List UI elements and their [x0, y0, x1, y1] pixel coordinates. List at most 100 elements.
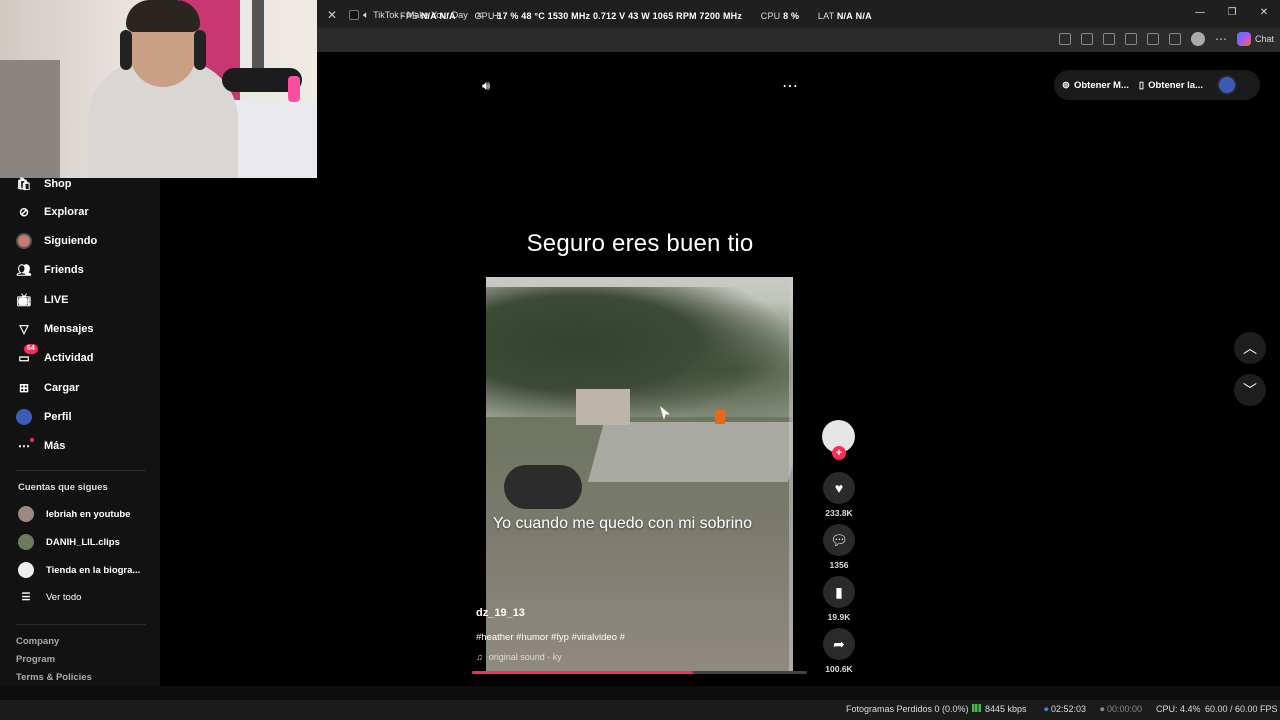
top-actions-bar: ⊚ Obtener M... ▯ Obtener la... — [1054, 70, 1260, 100]
footer-link-terms[interactable]: Terms & Policies — [16, 672, 92, 683]
see-all-link[interactable]: ☰ Ver todo — [18, 592, 82, 603]
previous-video-button[interactable]: ︿ — [1234, 332, 1266, 364]
rec-time: ⏺︎ 00:00:00 — [1100, 704, 1142, 715]
video-person — [715, 410, 725, 424]
stream-icon: ⏺︎ — [1044, 704, 1049, 714]
profile-avatar-icon — [16, 409, 32, 425]
cpu-usage-status: CPU: 4.4% — [1156, 704, 1201, 714]
copilot-icon — [1236, 32, 1251, 46]
video-edge — [789, 277, 793, 673]
downloads-icon[interactable] — [1168, 33, 1181, 45]
window-close-icon[interactable]: ✕ — [1248, 0, 1280, 28]
collections-icon[interactable] — [1146, 33, 1159, 45]
get-coins-button[interactable]: ⊚ Obtener M... — [1062, 80, 1129, 91]
video-sound[interactable]: ♫ original sound - ky — [476, 652, 562, 662]
translate-icon[interactable] — [1080, 33, 1093, 45]
sidebar-item-cargar[interactable]: ⊞ Cargar — [16, 378, 80, 398]
webcam-headset-right — [194, 30, 206, 70]
dropped-frames: Fotogramas Perdidos 0 (0.0%) — [846, 704, 969, 714]
share-button[interactable]: ➦ — [823, 628, 855, 660]
save-button[interactable]: ▮ — [823, 576, 855, 608]
lat-value-2: N/A — [855, 11, 872, 21]
video-player[interactable]: Yo cuando me quedo con mi sobrino — [486, 277, 793, 673]
divider — [16, 470, 146, 471]
like-button[interactable]: ♥ — [823, 472, 855, 504]
screen: ✕ 🔈︎ TikTok - Make Your Day ✕ + — ❐ ✕ FP… — [0, 0, 1280, 720]
lat-label: LAT — [817, 11, 835, 21]
following-section-title: Cuentas que sigues — [18, 482, 108, 493]
following-account[interactable]: Tienda en la biogra... — [18, 562, 140, 578]
speaker-icon[interactable]: 🔈︎ — [363, 10, 369, 21]
menu-dots-icon[interactable]: ⋯ — [1215, 33, 1227, 45]
webcam-person-hair — [126, 0, 200, 32]
follow-plus-icon[interactable]: + — [832, 446, 846, 460]
minimize-icon[interactable]: — — [1184, 0, 1216, 28]
video-road — [587, 422, 793, 482]
video-pig — [504, 465, 582, 509]
sound-label: original sound - ky — [488, 652, 562, 662]
fps-value: N/A — [420, 11, 437, 21]
shop-icon: 🛍︎ — [16, 177, 32, 191]
sidebar-item-label: Friends — [44, 264, 84, 276]
sidebar-item-actividad[interactable]: ▭ 64 Actividad — [16, 344, 94, 368]
video-trees — [486, 287, 793, 427]
video-hashtags[interactable]: #heather #humor #fyp #viralvideo # — [476, 632, 625, 643]
video-progress-fill — [472, 671, 694, 674]
chevron-down-icon: ﹀ — [1243, 382, 1257, 398]
more-options-icon[interactable]: ⋯ — [782, 76, 798, 96]
volume-icon[interactable]: 🔊︎ — [482, 78, 490, 94]
sidebar-item-explorar[interactable]: ⊘ Explorar — [16, 202, 89, 222]
chevron-up-icon: ︿ — [1243, 340, 1257, 356]
webcam-mic-light — [288, 76, 300, 102]
signal-icon — [972, 704, 981, 712]
profile-icon[interactable] — [1190, 32, 1205, 46]
sidebar-item-mas[interactable]: ⋯ Más — [16, 436, 65, 456]
extensions-icon[interactable] — [1124, 33, 1137, 45]
webcam-headset-left — [120, 30, 132, 70]
profile-avatar[interactable] — [1219, 77, 1236, 93]
close-icon[interactable]: ✕ — [327, 8, 337, 22]
sidebar-item-live[interactable]: 📺︎ LIVE — [16, 290, 68, 310]
following-account-name: Iebriah en youtube — [46, 508, 131, 520]
video-progress-bar[interactable] — [472, 671, 807, 674]
sidebar-item-mensajes[interactable]: ▽ Mensajes — [16, 319, 93, 339]
app-icon[interactable] — [1058, 33, 1071, 45]
divider — [16, 624, 146, 625]
video-title: Seguro eres buen tio — [526, 230, 754, 257]
following-account-name: Tienda en la biogra... — [46, 564, 141, 576]
rec-time-value: 00:00:00 — [1107, 704, 1143, 714]
get-app-label: Obtener la... — [1148, 79, 1204, 91]
following-account[interactable]: Iebriah en youtube — [18, 506, 130, 522]
next-video-button[interactable]: ﹀ — [1234, 374, 1266, 406]
sidebar-item-friends[interactable]: 👥︎ Friends — [16, 260, 84, 280]
footer-link-company[interactable]: Company — [16, 636, 59, 647]
following-avatar-icon — [16, 233, 32, 249]
fps-status: 60.00 / 60.00 FPS — [1205, 704, 1278, 714]
upload-icon: ⊞ — [18, 381, 30, 395]
gpu-clock: 1530 MHz — [547, 11, 591, 21]
get-app-button[interactable]: ▯ Obtener la... — [1139, 80, 1203, 91]
obs-strip — [0, 686, 1280, 700]
copilot-chat-button[interactable]: Chat — [1236, 32, 1274, 46]
following-account[interactable]: DANIH_LIL.clips — [18, 534, 120, 550]
footer-link-program[interactable]: Program — [16, 654, 55, 665]
avatar — [18, 562, 34, 578]
music-note-icon: ♫ — [476, 652, 483, 662]
restore-icon[interactable]: ❐ — [1216, 0, 1248, 28]
sidebar-item-perfil[interactable]: Perfil — [16, 407, 72, 427]
video-username[interactable]: dz_19_13 — [476, 607, 525, 619]
sidebar-item-label: Actividad — [44, 352, 94, 364]
get-coins-label: Obtener M... — [1073, 79, 1129, 91]
record-icon: ⏺︎ — [1100, 704, 1105, 714]
sidebar-item-label: LIVE — [44, 294, 69, 306]
gpu-label: GPU — [474, 11, 495, 21]
see-all-label: Ver todo — [46, 592, 82, 603]
sidebar-item-siguiendo[interactable]: Siguiendo — [16, 231, 97, 251]
friends-icon: 👥︎ — [16, 263, 32, 277]
share-count: 100.6K — [825, 664, 853, 674]
sidebar-item-shop[interactable]: 🛍︎ Shop — [16, 174, 71, 194]
like-count: 233.8K — [825, 508, 853, 518]
sidebar-item-label: Perfil — [44, 411, 72, 423]
comment-button[interactable]: 💬︎ — [823, 524, 855, 556]
favorite-star-icon[interactable] — [1102, 33, 1115, 45]
